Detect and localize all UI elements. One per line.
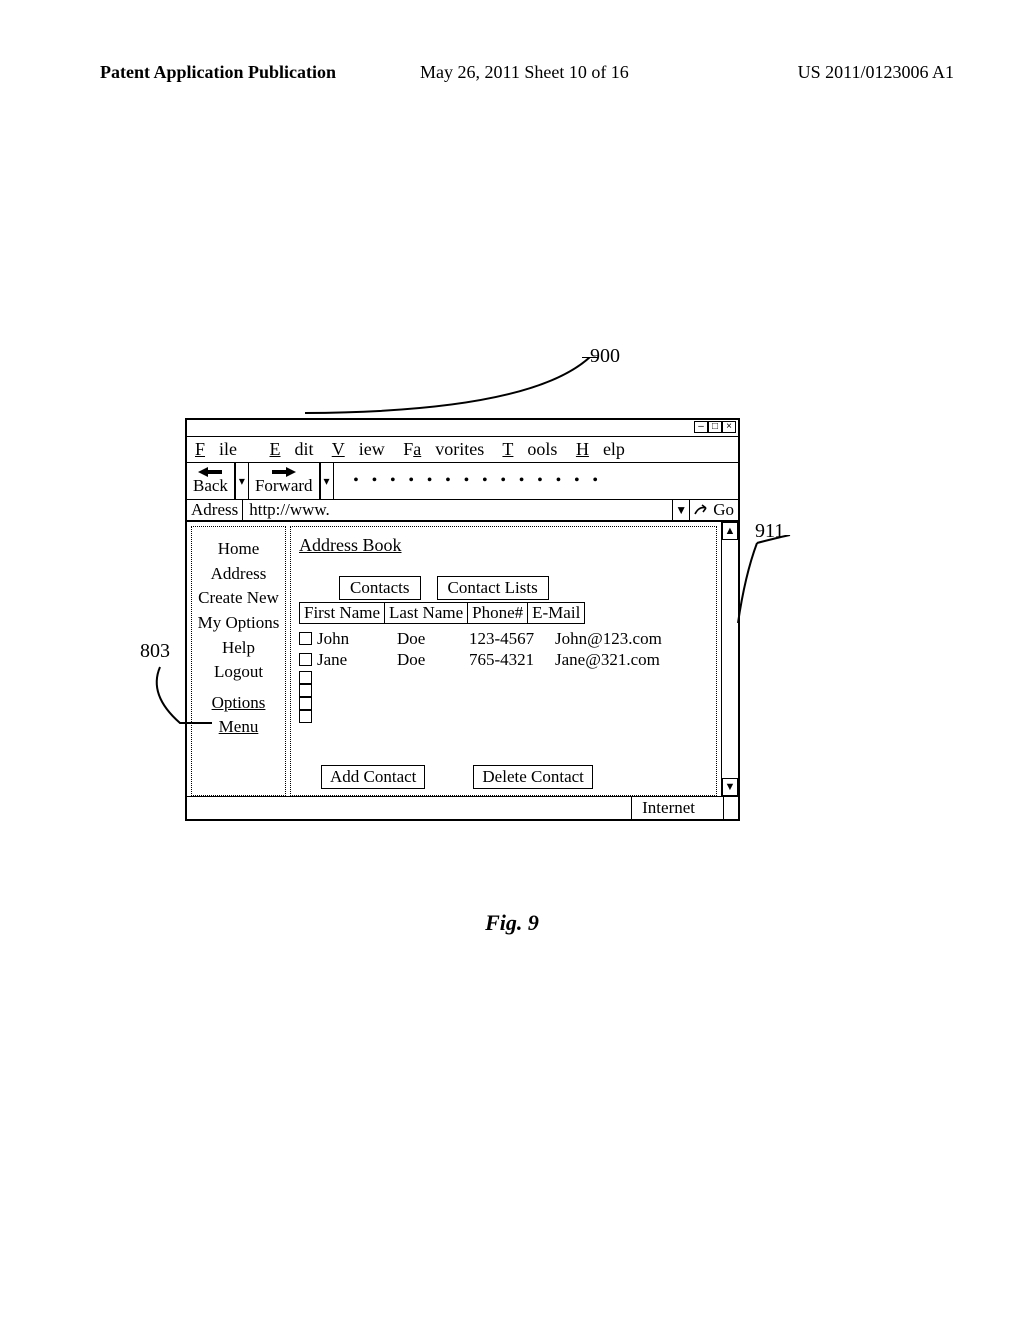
table-row xyxy=(299,697,710,710)
cell-first-name: Jane xyxy=(317,649,397,670)
add-contact-button[interactable]: Add Contact xyxy=(321,765,425,789)
main-panel: Address Book Contacts Contact Lists Firs… xyxy=(290,526,717,796)
back-dropdown[interactable]: ▾ xyxy=(235,463,249,499)
col-first-name[interactable]: First Name xyxy=(299,602,385,624)
toolbar-overflow-icon: • • • • • • • • • • • • • • xyxy=(334,463,738,499)
reference-911: 911 xyxy=(755,520,784,542)
arrow-right-icon xyxy=(270,467,298,477)
content-area: Home Address Create New My Options Help … xyxy=(187,522,721,796)
sidebar-item-address[interactable]: Address xyxy=(196,562,281,587)
sidebar-item-my-options[interactable]: My Options xyxy=(196,611,281,636)
table-header: First Name Last Name Phone# E-Mail xyxy=(299,602,710,624)
arrow-left-icon xyxy=(196,467,224,477)
table-row xyxy=(299,671,710,684)
cell-phone: 123-4567 xyxy=(469,628,555,649)
sheet-number: May 26, 2011 Sheet 10 of 16 xyxy=(420,62,629,83)
publication-type: Patent Application Publication xyxy=(100,62,336,83)
table-row: Jane Doe 765-4321 Jane@321.com xyxy=(299,649,710,670)
row-checkbox[interactable] xyxy=(299,684,312,697)
sidebar-item-home[interactable]: Home xyxy=(196,537,281,562)
delete-contact-button[interactable]: Delete Contact xyxy=(473,765,593,789)
vertical-scrollbar[interactable]: ▲ ▼ xyxy=(721,522,738,796)
status-bar: Internet xyxy=(187,796,738,819)
browser-window: – □ × File Edit View Favorites Tools Hel… xyxy=(185,418,740,821)
go-label: Go xyxy=(713,500,734,520)
row-checkbox[interactable] xyxy=(299,710,312,723)
lead-line-900 xyxy=(300,357,600,417)
scroll-up-icon[interactable]: ▲ xyxy=(722,522,738,540)
col-email[interactable]: E-Mail xyxy=(527,602,585,624)
col-last-name[interactable]: Last Name xyxy=(384,602,468,624)
scroll-track[interactable] xyxy=(722,540,738,778)
go-arrow-icon xyxy=(694,504,710,516)
forward-label: Forward xyxy=(255,477,313,494)
row-checkbox[interactable] xyxy=(299,632,312,645)
sidebar-item-create-new[interactable]: Create New xyxy=(196,586,281,611)
figure-caption: Fig. 9 xyxy=(0,910,1024,936)
menu-view[interactable]: View xyxy=(332,439,385,459)
close-icon[interactable]: × xyxy=(722,421,736,433)
menu-favorites[interactable]: Favorites xyxy=(403,439,484,459)
sidebar: Home Address Create New My Options Help … xyxy=(191,526,286,796)
table-body: John Doe 123-4567 John@123.com Jane Doe … xyxy=(299,628,710,723)
table-row: John Doe 123-4567 John@123.com xyxy=(299,628,710,649)
row-checkbox[interactable] xyxy=(299,653,312,666)
tab-contacts[interactable]: Contacts xyxy=(339,576,421,600)
menu-edit[interactable]: Edit xyxy=(270,439,314,459)
col-phone[interactable]: Phone# xyxy=(467,602,528,624)
menu-bar: File Edit View Favorites Tools Help xyxy=(187,437,738,462)
address-label: Adress xyxy=(187,500,243,520)
menu-help[interactable]: Help xyxy=(576,439,625,459)
forward-dropdown[interactable]: ▾ xyxy=(320,463,334,499)
status-zone: Internet xyxy=(631,797,723,819)
address-bar: Adress http://www. ▼ Go xyxy=(187,500,738,522)
sidebar-item-logout[interactable]: Logout xyxy=(196,660,281,685)
maximize-icon[interactable]: □ xyxy=(708,421,722,433)
table-row xyxy=(299,684,710,697)
cell-email: John@123.com xyxy=(555,628,685,649)
menu-file[interactable]: File xyxy=(195,439,251,459)
minimize-icon[interactable]: – xyxy=(694,421,708,433)
scroll-down-icon[interactable]: ▼ xyxy=(722,778,738,796)
address-input[interactable]: http://www. xyxy=(243,500,672,520)
reference-900: 900 xyxy=(590,345,620,367)
window-titlebar: – □ × xyxy=(187,420,738,437)
reference-803: 803 xyxy=(140,640,170,662)
row-checkbox[interactable] xyxy=(299,671,312,684)
cell-email: Jane@321.com xyxy=(555,649,685,670)
forward-button[interactable]: Forward xyxy=(249,463,320,499)
publication-id: US 2011/0123006 A1 xyxy=(798,62,954,83)
lead-line-911 xyxy=(735,535,795,635)
panel-title: Address Book xyxy=(299,535,710,556)
tab-contact-lists[interactable]: Contact Lists xyxy=(437,576,549,600)
sidebar-options-menu[interactable]: Options Menu xyxy=(196,691,281,740)
go-button[interactable]: Go xyxy=(690,500,738,520)
table-row xyxy=(299,710,710,723)
back-button[interactable]: Back xyxy=(187,463,235,499)
back-label: Back xyxy=(193,477,228,494)
cell-phone: 765-4321 xyxy=(469,649,555,670)
menu-tools[interactable]: Tools xyxy=(502,439,557,459)
cell-last-name: Doe xyxy=(397,628,469,649)
address-dropdown[interactable]: ▼ xyxy=(672,500,690,520)
sidebar-item-help[interactable]: Help xyxy=(196,636,281,661)
row-checkbox[interactable] xyxy=(299,697,312,710)
toolbar: Back ▾ Forward ▾ • • • • • • • • • • • •… xyxy=(187,462,738,500)
cell-last-name: Doe xyxy=(397,649,469,670)
cell-first-name: John xyxy=(317,628,397,649)
